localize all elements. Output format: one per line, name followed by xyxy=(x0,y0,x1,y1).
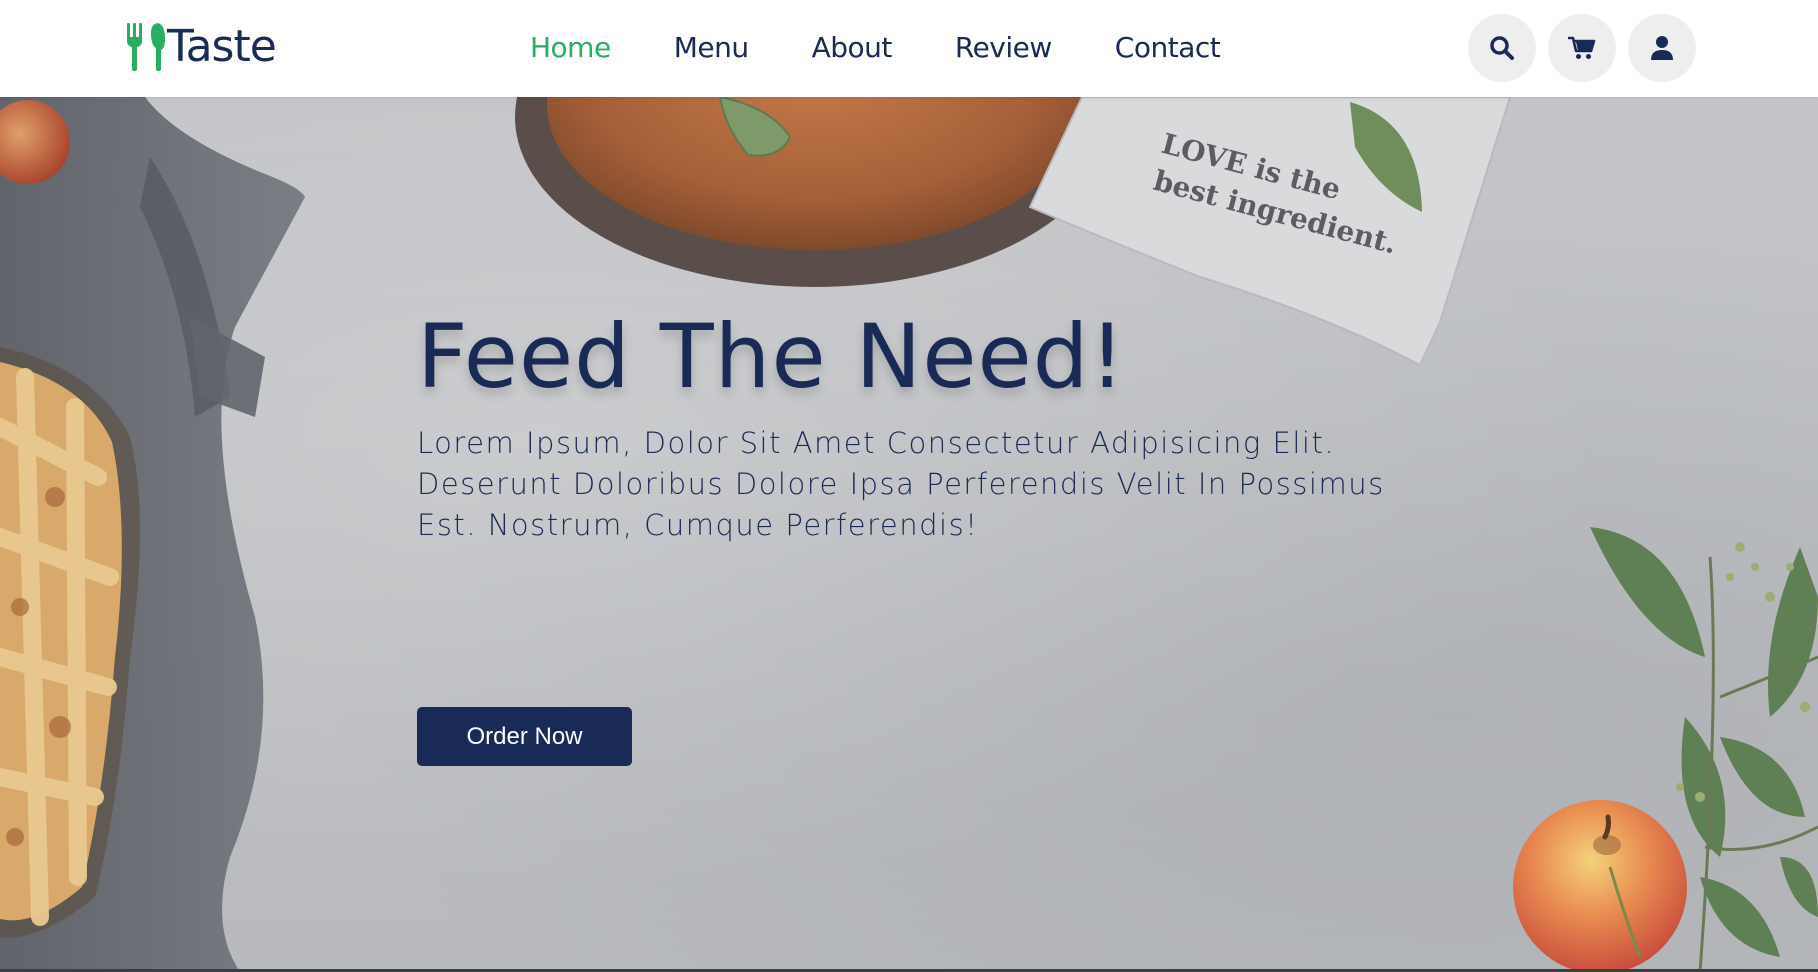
cart-button[interactable] xyxy=(1548,14,1616,82)
header-actions xyxy=(1468,14,1696,82)
hero-description: Lorem Ipsum, Dolor Sit Amet Consectetur … xyxy=(417,426,1385,542)
utensils-icon xyxy=(127,23,165,71)
nav-menu-link[interactable]: Menu xyxy=(674,28,749,68)
search-icon xyxy=(1490,36,1514,60)
order-now-button[interactable]: Order Now xyxy=(417,707,632,766)
cart-icon xyxy=(1568,36,1596,59)
hero-content: Feed The Need! Lorem Ipsum, Dolor Sit Am… xyxy=(417,305,1417,766)
nav-home-link[interactable]: Home xyxy=(530,28,611,68)
hero-section: LOVE is the best ingredient. Feed The Ne… xyxy=(0,97,1818,972)
nav-contact-link[interactable]: Contact xyxy=(1115,28,1221,68)
main-nav: Home Menu About Review Contact xyxy=(530,28,1221,68)
search-button[interactable] xyxy=(1468,14,1536,82)
logo[interactable]: Taste xyxy=(125,21,277,72)
user-icon xyxy=(1651,36,1673,60)
brand-name: Taste xyxy=(167,21,277,72)
user-button[interactable] xyxy=(1628,14,1696,82)
nav-about-link[interactable]: About xyxy=(812,28,893,68)
site-header: Taste Home Menu About Review Contact xyxy=(0,0,1818,97)
hero-title: Feed The Need! xyxy=(417,305,1126,408)
nav-review-link[interactable]: Review xyxy=(955,28,1052,68)
